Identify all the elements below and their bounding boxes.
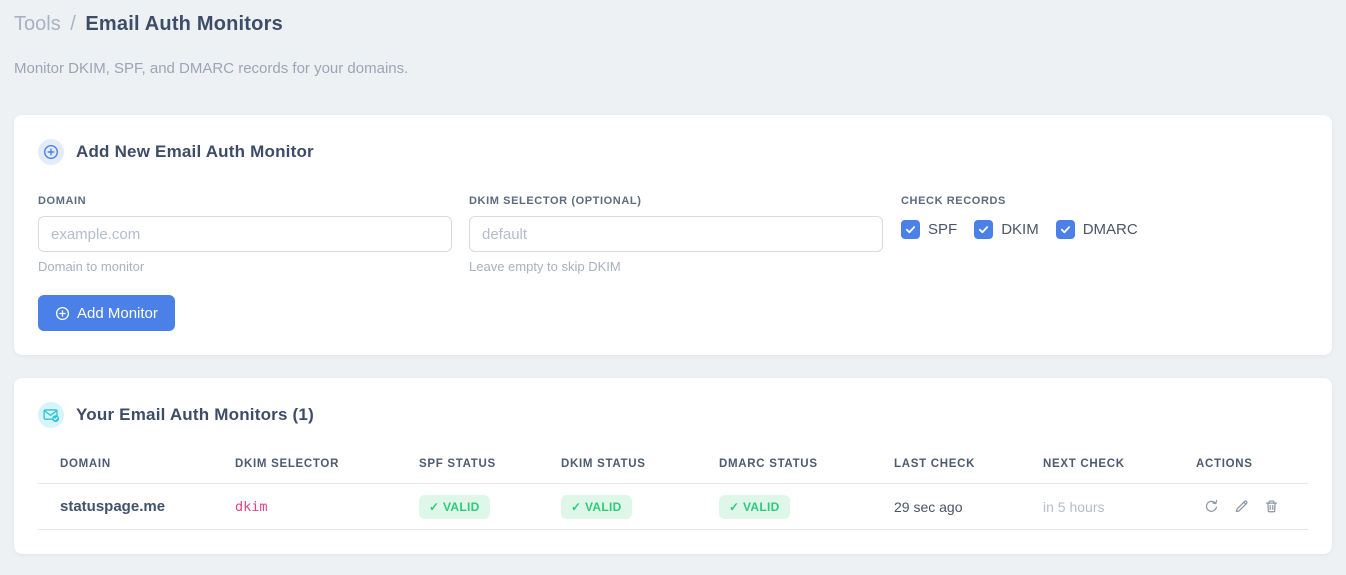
dkim-checkbox-label: DKIM — [1001, 221, 1039, 238]
dkim-selector-field-hint: Leave empty to skip DKIM — [469, 259, 621, 274]
delete-button[interactable] — [1264, 499, 1279, 514]
monitors-card-header: Your Email Auth Monitors (1) — [38, 402, 1308, 428]
domain-field-label: DOMAIN — [38, 195, 87, 207]
dkim-selector-field-label: DKIM SELECTOR (OPTIONAL) — [469, 195, 642, 207]
plus-circle-icon — [55, 306, 70, 320]
column-header-last-check: LAST CHECK — [894, 458, 976, 470]
check-icon — [979, 226, 989, 234]
column-header-dmarc-status: DMARC STATUS — [719, 458, 818, 470]
dkim-checkbox-group: DKIM — [974, 220, 1039, 239]
page-header: Tools / Email Auth Monitors Monitor DKIM… — [0, 0, 1346, 77]
plus-circle-icon — [38, 139, 64, 165]
dkim-status-cell: ✓ VALID — [561, 494, 719, 519]
column-header-domain: DOMAIN — [60, 458, 111, 470]
check-records-label: CHECK RECORDS — [901, 195, 1006, 207]
monitors-table-header: DOMAIN DKIM SELECTOR SPF STATUS DKIM STA… — [38, 458, 1308, 484]
dkim-selector-field-group: DKIM SELECTOR (OPTIONAL) Leave empty to … — [469, 195, 883, 274]
add-monitor-card-header: Add New Email Auth Monitor — [38, 139, 1308, 165]
table-row: statuspage.me dkim ✓ VALID ✓ VALID ✓ VAL… — [38, 484, 1308, 530]
dmarc-checkbox[interactable] — [1055, 220, 1075, 239]
spf-checkbox[interactable] — [901, 220, 920, 239]
page-title: Email Auth Monitors — [85, 13, 283, 35]
dmarc-status-badge: ✓ VALID — [719, 494, 790, 519]
trash-icon — [1266, 500, 1277, 513]
refresh-button[interactable] — [1204, 499, 1219, 514]
spf-checkbox-label: SPF — [928, 221, 958, 238]
spf-checkbox-group: SPF — [901, 220, 957, 239]
pencil-icon — [1235, 500, 1248, 513]
domain-field-hint: Domain to monitor — [38, 259, 145, 274]
dkim-checkbox[interactable] — [974, 220, 994, 239]
domain-field-group: DOMAIN Domain to monitor — [38, 195, 452, 274]
breadcrumb-tools-link[interactable]: Tools — [14, 13, 61, 35]
spf-status-badge: ✓ VALID — [419, 494, 490, 519]
column-header-next-check: NEXT CHECK — [1043, 458, 1125, 470]
dmarc-checkbox-label: DMARC — [1082, 221, 1138, 238]
dmarc-checkbox-group: DMARC — [1055, 220, 1138, 239]
dkim-selector-input[interactable] — [469, 216, 883, 252]
add-monitor-card-title: Add New Email Auth Monitor — [76, 142, 314, 161]
domain-input[interactable] — [38, 216, 452, 252]
spf-status-cell: ✓ VALID — [419, 494, 561, 519]
page-subtitle: Monitor DKIM, SPF, and DMARC records for… — [14, 60, 409, 77]
breadcrumb: Tools / Email Auth Monitors — [14, 12, 1332, 36]
dmarc-status-cell: ✓ VALID — [719, 494, 894, 519]
add-monitor-card: Add New Email Auth Monitor DOMAIN Domain… — [14, 115, 1332, 355]
refresh-icon — [1205, 499, 1218, 512]
monitor-dkim-selector: dkim — [235, 498, 268, 515]
monitors-card-title: Your Email Auth Monitors (1) — [76, 405, 314, 424]
add-monitor-button-label: Add Monitor — [77, 304, 158, 322]
monitor-next-check: in 5 hours — [1043, 498, 1105, 515]
envelope-check-icon — [38, 402, 64, 428]
breadcrumb-separator: / — [70, 13, 76, 35]
column-header-actions: ACTIONS — [1196, 458, 1253, 470]
monitors-table: DOMAIN DKIM SELECTOR SPF STATUS DKIM STA… — [38, 458, 1308, 530]
row-actions — [1196, 499, 1286, 514]
check-records-group: CHECK RECORDS SPF DKIM DMARC — [901, 195, 1138, 239]
column-header-spf-status: SPF STATUS — [419, 458, 496, 470]
monitor-domain: statuspage.me — [60, 498, 166, 515]
monitors-card: Your Email Auth Monitors (1) DOMAIN DKIM… — [14, 378, 1332, 554]
check-records-checkboxes: SPF DKIM DMARC — [901, 220, 1138, 239]
dkim-status-badge: ✓ VALID — [561, 494, 632, 519]
check-icon — [905, 226, 916, 234]
edit-button[interactable] — [1234, 499, 1249, 514]
column-header-dkim-status: DKIM STATUS — [561, 458, 646, 470]
add-monitor-form: DOMAIN Domain to monitor DKIM SELECTOR (… — [38, 195, 1308, 274]
check-icon — [1060, 226, 1070, 234]
column-header-dkim-selector: DKIM SELECTOR — [235, 458, 340, 470]
monitor-last-check: 29 sec ago — [894, 498, 963, 515]
add-monitor-button[interactable]: Add Monitor — [38, 295, 175, 331]
